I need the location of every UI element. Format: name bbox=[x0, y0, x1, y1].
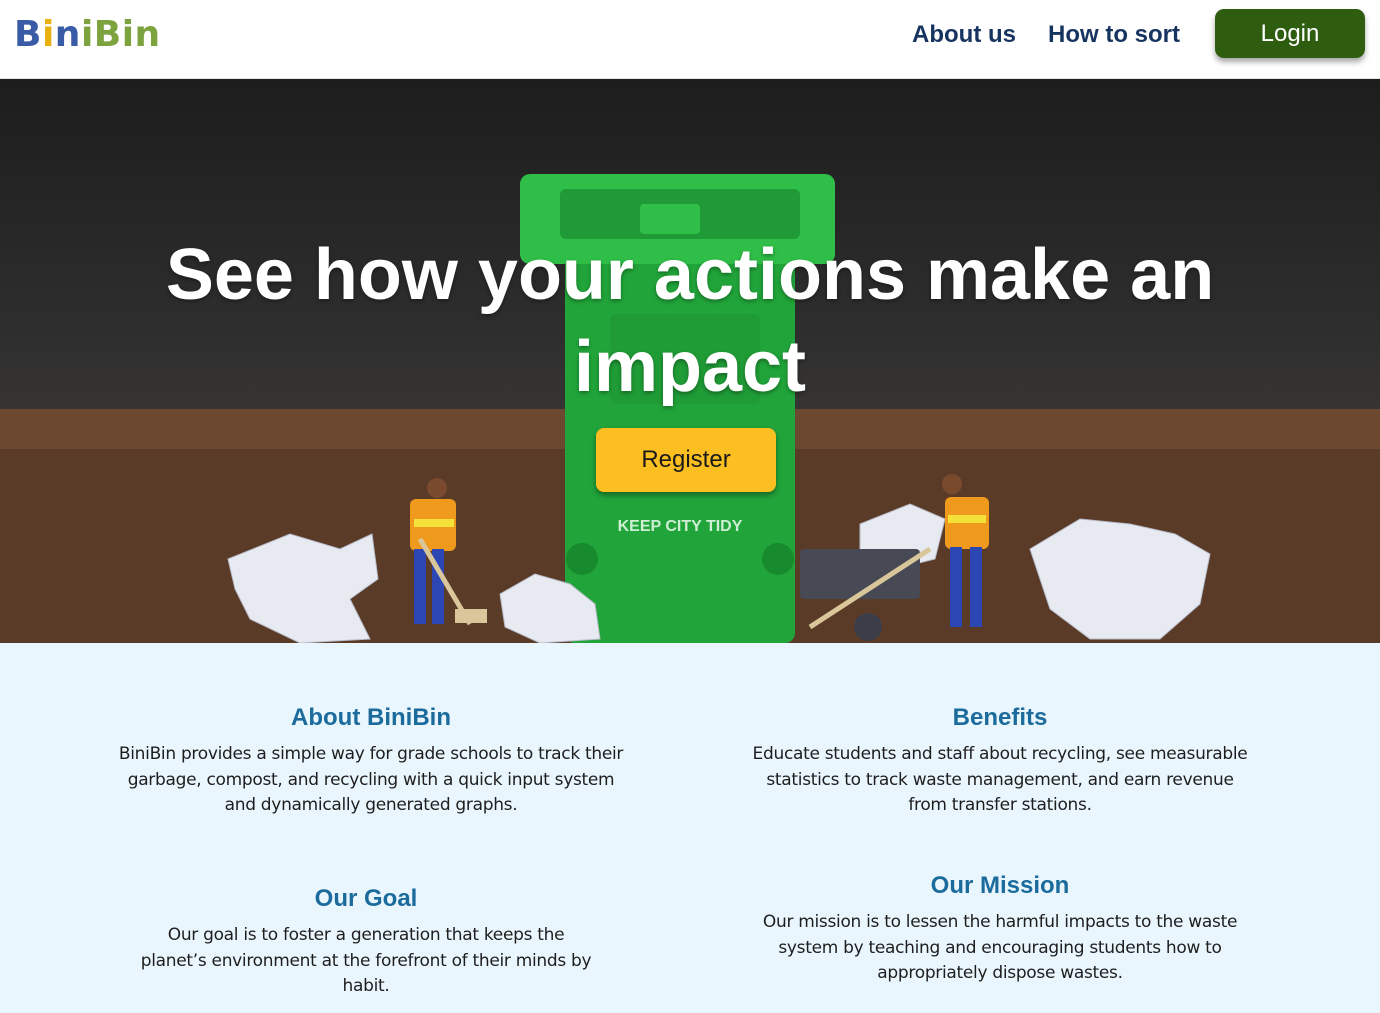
logo-letter: n bbox=[54, 14, 81, 55]
mission-text: Our mission is to lessen the harmful imp… bbox=[762, 912, 1238, 983]
nav-link-about-us[interactable]: About us bbox=[912, 19, 1016, 51]
nav-link-how-to-sort[interactable]: How to sort bbox=[1048, 19, 1180, 51]
login-button[interactable]: Login bbox=[1215, 9, 1365, 58]
logo-letter: i bbox=[41, 14, 55, 55]
benefits-card: Benefits Educate students and staff abou… bbox=[750, 703, 1250, 819]
register-button[interactable]: Register bbox=[596, 428, 776, 492]
hero-headline: See how your actions make an impact bbox=[165, 235, 1215, 407]
logo-letter: Bin bbox=[93, 14, 161, 55]
hero-banner: KEEP CITY TIDY See how your actions make… bbox=[0, 79, 1380, 643]
top-navbar: B i n i Bin About us How to sort Login bbox=[0, 0, 1380, 79]
mission-heading: Our Mission bbox=[930, 872, 1070, 899]
logo-letter: i bbox=[80, 14, 94, 55]
about-heading: About BiniBin bbox=[291, 704, 451, 731]
our-goal-card: Our Goal Our goal is to foster a generat… bbox=[136, 884, 596, 1000]
logo-letter: B bbox=[14, 14, 42, 55]
bin-label: KEEP CITY TIDY bbox=[618, 518, 743, 535]
goal-text: Our goal is to foster a generation that … bbox=[140, 925, 592, 996]
benefits-heading: Benefits bbox=[952, 704, 1048, 731]
our-mission-card: Our Mission Our mission is to lessen the… bbox=[762, 871, 1238, 987]
about-text: BiniBin provides a simple way for grade … bbox=[118, 744, 624, 815]
goal-heading: Our Goal bbox=[314, 885, 418, 912]
benefits-text: Educate students and staff about recycli… bbox=[752, 744, 1248, 815]
binibin-logo[interactable]: B i n i Bin bbox=[14, 12, 161, 58]
about-binibin-card: About BiniBin BiniBin provides a simple … bbox=[116, 703, 626, 819]
